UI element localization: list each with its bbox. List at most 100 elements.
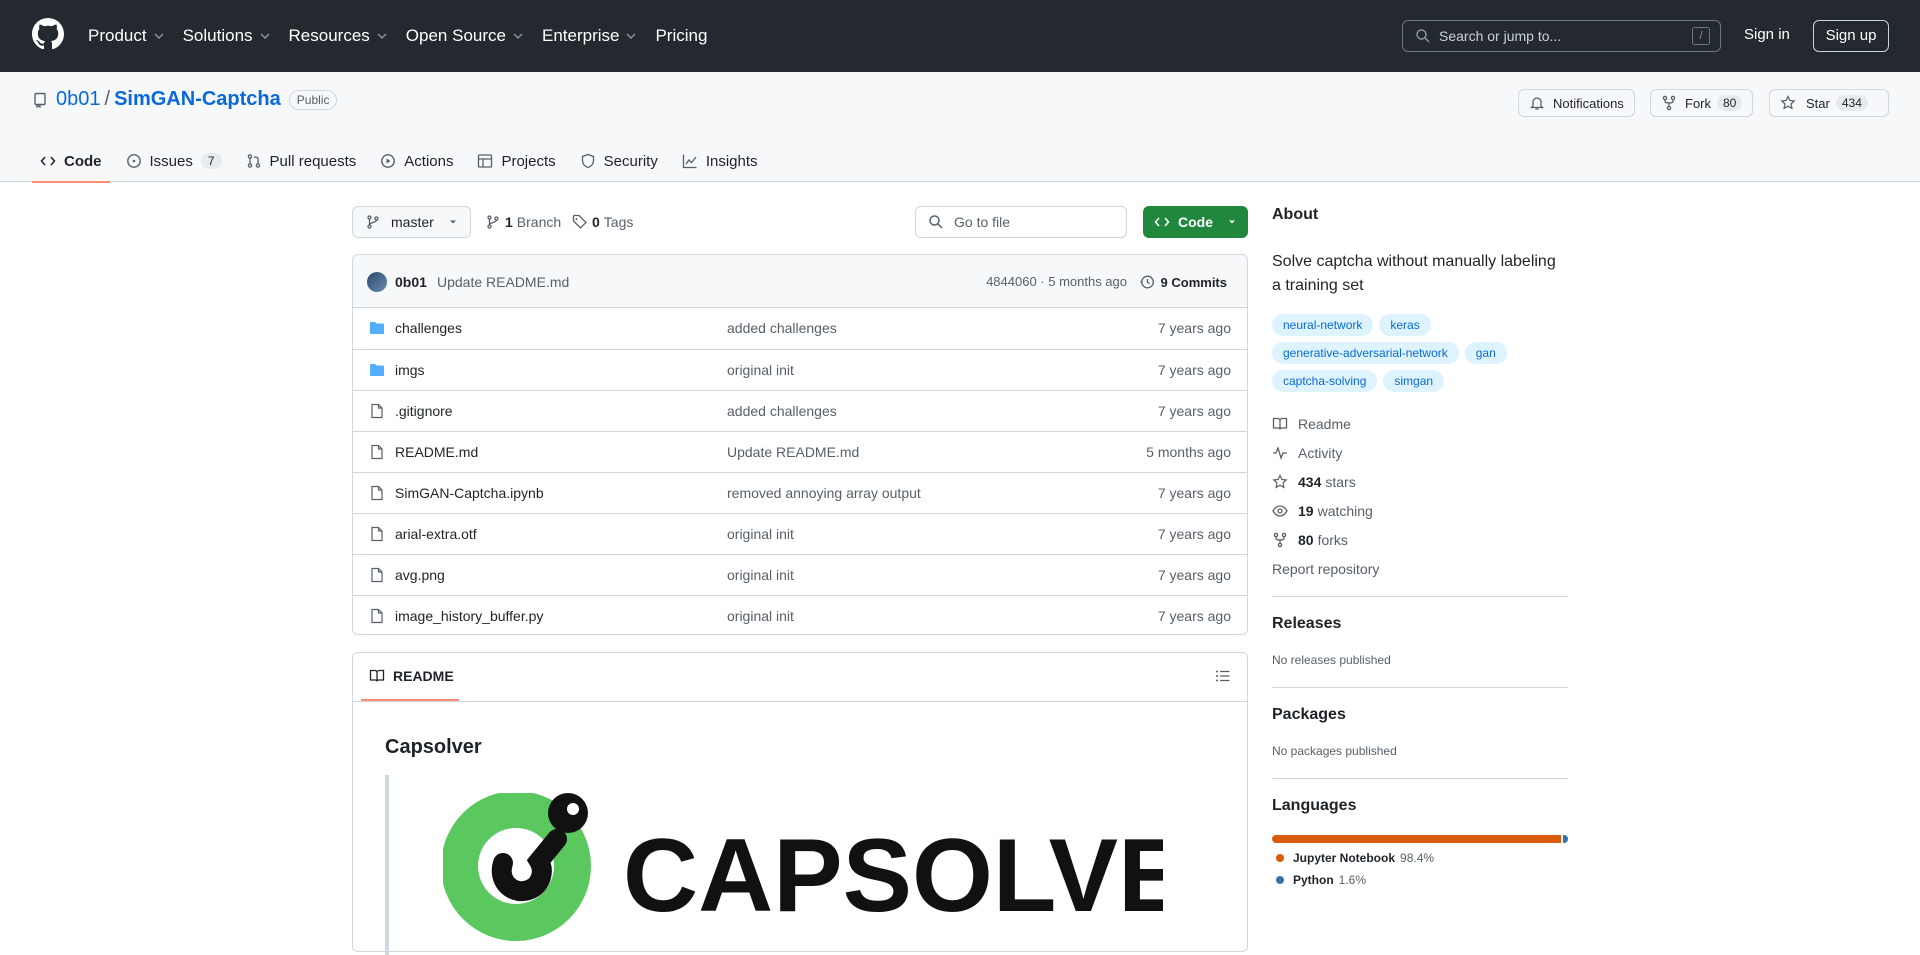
code-dropdown-button[interactable]: Code <box>1143 206 1248 238</box>
search-icon <box>929 215 943 229</box>
file-name-link[interactable]: challenges <box>395 320 462 336</box>
file-commit-message[interactable]: original init <box>727 567 794 583</box>
tab-issues[interactable]: Issues 7 <box>118 140 230 182</box>
file-commit-message[interactable]: Update README.md <box>727 444 859 460</box>
file-row[interactable]: avg.png original init 7 years ago <box>353 554 1247 595</box>
file-icon <box>369 444 385 460</box>
tab-code[interactable]: Code <box>32 140 110 183</box>
language-jupyter-notebook[interactable]: Jupyter Notebook 98.4% <box>1276 851 1434 865</box>
file-row[interactable]: image_history_buffer.py original init 7 ye… <box>353 595 1247 634</box>
table-icon <box>478 154 493 168</box>
readme-tab[interactable]: README <box>369 668 454 684</box>
tab-projects[interactable]: Projects <box>469 140 563 182</box>
activity-link[interactable]: Activity <box>1272 445 1342 461</box>
file-age: 7 years ago <box>1157 403 1231 419</box>
nav-open-source[interactable]: Open Source <box>406 26 524 46</box>
repo-owner-link[interactable]: 0b01 <box>56 88 101 111</box>
file-commit-message[interactable]: added challenges <box>727 403 837 419</box>
file-commit-message[interactable]: original init <box>727 362 794 378</box>
star-button[interactable]: Star 434 <box>1769 89 1889 117</box>
file-row[interactable]: SimGAN-Captcha.ipynb removed annoying arr… <box>353 472 1247 513</box>
releases-title[interactable]: Releases <box>1272 615 1341 633</box>
branch-selector[interactable]: master <box>352 206 471 238</box>
topic-tag[interactable]: gan <box>1464 342 1507 364</box>
file-row[interactable]: challenges added challenges 7 years ago <box>353 308 1247 349</box>
tab-pull-requests[interactable]: Pull requests <box>238 140 365 182</box>
language-name: Python <box>1293 873 1334 887</box>
topic-tag[interactable]: simgan <box>1383 370 1445 392</box>
topic-tag[interactable]: keras <box>1379 314 1431 336</box>
avatar[interactable] <box>367 272 387 292</box>
sign-in-link[interactable]: Sign in <box>1744 26 1790 43</box>
tab-issues-label: Issues <box>149 152 193 170</box>
topic-tag[interactable]: captcha-solving <box>1272 370 1378 392</box>
report-repository-link[interactable]: Report repository <box>1272 561 1379 577</box>
file-row[interactable]: README.md Update README.md 5 months ago <box>353 431 1247 472</box>
commit-message[interactable]: Update README.md <box>437 274 569 290</box>
commits-link[interactable]: 9 Commits <box>1139 274 1227 290</box>
sign-up-button[interactable]: Sign up <box>1813 20 1889 52</box>
nav-pricing[interactable]: Pricing <box>655 26 707 46</box>
file-name-link[interactable]: arial-extra.otf <box>395 526 477 542</box>
go-to-file-input[interactable]: Go to file <box>915 206 1127 238</box>
eye-icon <box>1272 505 1288 517</box>
language-python[interactable]: Python 1.6% <box>1276 873 1366 887</box>
language-bar-segment <box>1563 835 1568 843</box>
nav-resources-label: Resources <box>288 26 370 45</box>
github-logo-icon[interactable] <box>32 18 64 50</box>
branches-link[interactable]: 1 Branch <box>485 214 561 230</box>
tag-label: Tags <box>603 214 634 230</box>
file-name-link[interactable]: .gitignore <box>395 403 453 419</box>
file-name-link[interactable]: imgs <box>395 362 425 378</box>
file-name-link[interactable]: avg.png <box>395 567 445 583</box>
tab-security[interactable]: Security <box>572 140 666 182</box>
search-input[interactable]: Search or jump to... / <box>1402 20 1721 52</box>
file-commit-message[interactable]: original init <box>727 608 794 624</box>
list-unordered-icon[interactable] <box>1215 668 1231 684</box>
stars-link[interactable]: 434 stars <box>1272 474 1356 490</box>
readme-link[interactable]: Readme <box>1272 416 1351 432</box>
capsolver-logo[interactable]: CAPSOLVER <box>443 793 1163 953</box>
tab-insights-label: Insights <box>705 152 758 170</box>
topic-tag[interactable]: generative-adversarial-network <box>1272 342 1459 364</box>
packages-title[interactable]: Packages <box>1272 706 1346 724</box>
topic-tag[interactable]: neural-network <box>1272 314 1374 336</box>
branch-count: 1 <box>505 214 513 230</box>
commit-author[interactable]: 0b01 <box>395 274 427 290</box>
capsolver-logo-text: CAPSOLVER <box>623 818 1163 934</box>
file-name-link[interactable]: SimGAN-Captcha.ipynb <box>395 485 544 501</box>
file-name-link[interactable]: image_history_buffer.py <box>395 608 543 624</box>
tags-link[interactable]: 0 Tags <box>572 214 633 230</box>
activity-link-label: Activity <box>1298 445 1343 461</box>
file-commit-message[interactable]: original init <box>727 526 794 542</box>
notifications-button[interactable]: Notifications <box>1518 89 1635 117</box>
language-percent: 98.4% <box>1400 851 1435 865</box>
nav-resources[interactable]: Resources <box>289 26 388 46</box>
search-icon <box>1416 29 1430 43</box>
nav-enterprise[interactable]: Enterprise <box>542 26 637 46</box>
repo-title: 0b01 / SimGAN-Captcha Public <box>32 88 338 111</box>
fork-button[interactable]: Fork 80 <box>1650 89 1754 117</box>
nav-solutions[interactable]: Solutions <box>183 26 271 46</box>
nav-product[interactable]: Product <box>88 26 165 46</box>
file-name-link[interactable]: README.md <box>395 444 478 460</box>
tag-count: 0 <box>592 214 600 230</box>
forks-link[interactable]: 80 forks <box>1272 532 1348 548</box>
watching-link[interactable]: 19 watching <box>1272 503 1373 519</box>
file-row[interactable]: arial-extra.otf original init 7 years ago <box>353 513 1247 554</box>
file-row[interactable]: .gitignore added challenges 7 years ago <box>353 390 1247 431</box>
file-age: 7 years ago <box>1157 526 1231 542</box>
file-icon <box>369 567 385 583</box>
language-bar-segment <box>1272 835 1562 843</box>
branch-icon <box>367 215 379 229</box>
tab-actions[interactable]: Actions <box>372 140 461 182</box>
repo-name-link[interactable]: SimGAN-Captcha <box>114 88 281 111</box>
star-label: Star <box>1806 95 1830 111</box>
chevron-down-icon <box>377 33 387 40</box>
search-shortcut-key: / <box>1692 27 1710 45</box>
file-commit-message[interactable]: removed annoying array output <box>727 485 921 501</box>
file-commit-message[interactable]: added challenges <box>727 320 837 336</box>
commit-sha-time[interactable]: 4844060 · 5 months ago <box>986 274 1127 289</box>
file-row[interactable]: imgs original init 7 years ago <box>353 349 1247 390</box>
tab-insights[interactable]: Insights <box>674 140 766 182</box>
